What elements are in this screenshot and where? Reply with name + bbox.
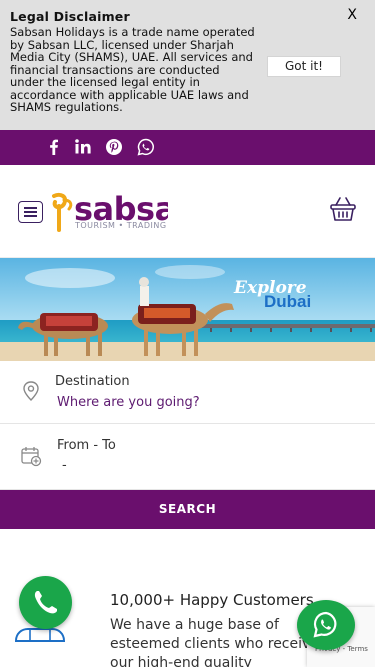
social-bar <box>0 130 375 165</box>
facebook-icon[interactable] <box>44 137 64 157</box>
disclaimer-body: Sabsan Holidays is a trade name operated… <box>10 25 255 114</box>
logo-mark-icon <box>52 192 73 232</box>
got-it-button[interactable]: Got it! <box>267 56 341 77</box>
phone-icon <box>34 591 57 614</box>
logo-tagline: TOURISM • TRADING • <box>75 221 168 230</box>
calendar-add-icon <box>21 447 42 467</box>
whatsapp-chat-button[interactable] <box>297 600 355 650</box>
site-header: sabsa TOURISM • TRADING • <box>0 165 375 258</box>
sabsan-logo[interactable]: sabsa TOURISM • TRADING • <box>50 192 168 234</box>
whatsapp-chat-icon <box>313 611 337 638</box>
call-button[interactable] <box>19 576 72 629</box>
menu-icon[interactable] <box>18 201 43 223</box>
customers-title: 10,000+ Happy Customers <box>110 591 314 609</box>
search-button[interactable]: SEARCH <box>0 490 375 529</box>
basket-icon[interactable] <box>329 196 357 222</box>
destination-input[interactable] <box>57 395 347 410</box>
pinterest-icon[interactable] <box>104 137 124 157</box>
destination-field[interactable]: Destination <box>0 361 375 424</box>
hero-camels-image <box>0 258 375 361</box>
hero-dubai-text: Dubai <box>264 292 312 311</box>
dates-value[interactable]: - <box>62 458 67 473</box>
linkedin-icon[interactable] <box>73 137 93 157</box>
location-pin-icon <box>23 381 39 401</box>
dates-label: From - To <box>57 438 116 453</box>
close-disclaimer-button[interactable]: X <box>347 7 357 23</box>
destination-label: Destination <box>55 374 130 389</box>
whatsapp-icon[interactable] <box>136 137 156 157</box>
disclaimer-title: Legal Disclaimer <box>10 9 130 24</box>
page: Legal Disclaimer Sabsan Holidays is a tr… <box>0 0 375 667</box>
hero-banner: Explore Dubai <box>0 258 375 361</box>
legal-disclaimer-banner: Legal Disclaimer Sabsan Holidays is a tr… <box>0 0 375 130</box>
date-range-field[interactable]: From - To - <box>0 424 375 490</box>
